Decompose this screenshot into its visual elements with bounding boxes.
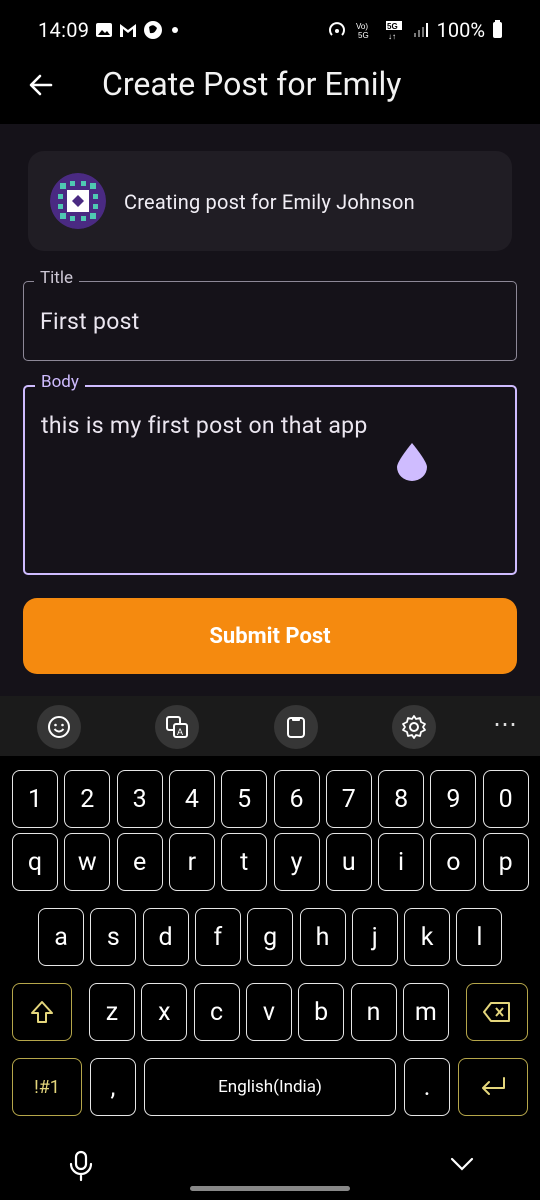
create-post-form: Creating post for Emily Johnson Title Fi… [0, 124, 540, 696]
key-e[interactable]: e [116, 833, 163, 891]
translate-icon[interactable]: A [155, 705, 199, 749]
key-b[interactable]: b [298, 983, 345, 1041]
key-f[interactable]: f [194, 908, 241, 966]
key-6[interactable]: 6 [273, 770, 320, 828]
svg-text:5G: 5G [358, 31, 369, 40]
keyboard: 1 2 3 4 5 6 7 8 9 0 q w e r t y u i o p a s d f g h j k l z x c v b n m !#1,… [0, 756, 540, 1200]
key-c[interactable]: c [193, 983, 240, 1041]
key-z[interactable]: z [89, 983, 135, 1041]
emoji-icon[interactable] [37, 705, 81, 749]
shift-icon [31, 1001, 53, 1023]
clipboard-icon[interactable] [274, 705, 318, 749]
key-3[interactable]: 3 [116, 770, 163, 828]
period-key[interactable]: . [404, 1058, 450, 1116]
key-n[interactable]: n [350, 983, 397, 1041]
backspace-key[interactable] [466, 983, 528, 1041]
key-5[interactable]: 5 [221, 770, 268, 828]
microphone-icon[interactable] [67, 1150, 95, 1182]
key-l[interactable]: l [456, 908, 503, 966]
svg-text:A: A [177, 727, 183, 737]
notification-icons [95, 20, 182, 40]
title-input-value[interactable]: First post [40, 308, 140, 335]
key-h[interactable]: h [299, 908, 346, 966]
dot-icon [172, 27, 178, 33]
key-i[interactable]: i [378, 833, 425, 891]
enter-icon [482, 1077, 505, 1095]
svg-text:5G: 5G [387, 22, 398, 31]
key-v[interactable]: v [245, 983, 292, 1041]
battery-icon [493, 20, 502, 38]
user-card-text: Creating post for Emily Johnson [124, 190, 415, 214]
status-time: 14:09 [38, 18, 90, 42]
space-key[interactable]: English(India) [144, 1058, 396, 1116]
body-label: Body [35, 372, 85, 392]
key-w[interactable]: w [64, 833, 111, 891]
key-d[interactable]: d [142, 908, 189, 966]
gmail-icon [120, 24, 136, 37]
page-title: Create Post for Emily [102, 65, 402, 103]
key-k[interactable]: k [404, 908, 451, 966]
more-icon[interactable]: ⋯ [493, 710, 518, 738]
svg-text:Vo): Vo) [356, 22, 368, 31]
settings-icon[interactable] [392, 705, 436, 749]
symbols-key[interactable]: !#1 [12, 1058, 82, 1116]
submit-post-button[interactable]: Submit Post [23, 598, 517, 674]
key-2[interactable]: 2 [64, 770, 111, 828]
app-bar: Create Post for Emily [0, 60, 540, 124]
key-x[interactable]: x [141, 983, 188, 1041]
avatar [50, 173, 106, 229]
backspace-icon [483, 1002, 510, 1022]
network-5g-icon: 5G↓↑ [385, 21, 402, 40]
key-4[interactable]: 4 [168, 770, 215, 828]
key-g[interactable]: g [247, 908, 294, 966]
enter-key[interactable] [458, 1058, 528, 1116]
key-j[interactable]: j [351, 908, 398, 966]
volte-icon: Vo)5G [356, 22, 369, 40]
key-u[interactable]: u [325, 833, 372, 891]
key-q[interactable]: q [12, 833, 58, 891]
svg-text:↓↑: ↓↑ [388, 32, 396, 40]
key-o[interactable]: o [430, 833, 477, 891]
body-field[interactable]: Body this is my first post on that app [23, 372, 517, 575]
key-9[interactable]: 9 [430, 770, 477, 828]
key-s[interactable]: s [90, 908, 137, 966]
key-8[interactable]: 8 [378, 770, 425, 828]
chat-icon [144, 21, 162, 39]
hide-keyboard-chevron-icon[interactable] [450, 1156, 474, 1172]
back-arrow-icon[interactable] [26, 70, 56, 100]
user-card: Creating post for Emily Johnson [28, 151, 512, 251]
title-field[interactable]: Title First post [23, 268, 517, 361]
key-m[interactable]: m [402, 983, 449, 1041]
key-p[interactable]: p [482, 833, 529, 891]
hotspot-icon [328, 22, 345, 36]
shift-key[interactable] [12, 983, 72, 1041]
battery-percent: 100% [436, 18, 485, 42]
gallery-icon [96, 23, 112, 37]
text-cursor-handle-icon[interactable] [395, 441, 429, 481]
keyboard-toolbar: A ⋯ [0, 696, 540, 756]
status-bar: 14:09 Vo) 5G 5G ↓↑ 100% [0, 0, 540, 60]
key-0[interactable]: 0 [482, 770, 529, 828]
home-indicator[interactable] [190, 1186, 350, 1191]
key-r[interactable]: r [168, 833, 215, 891]
key-y[interactable]: y [273, 833, 320, 891]
key-1[interactable]: 1 [12, 770, 58, 828]
comma-key[interactable]: , [90, 1058, 136, 1116]
key-a[interactable]: a [38, 908, 84, 966]
system-icons: Vo) 5G 5G ↓↑ 100% [327, 18, 502, 42]
key-t[interactable]: t [221, 833, 268, 891]
body-input-value[interactable]: this is my first post on that app [41, 412, 368, 439]
key-7[interactable]: 7 [325, 770, 372, 828]
title-label: Title [34, 268, 79, 288]
signal-icon [413, 23, 428, 37]
